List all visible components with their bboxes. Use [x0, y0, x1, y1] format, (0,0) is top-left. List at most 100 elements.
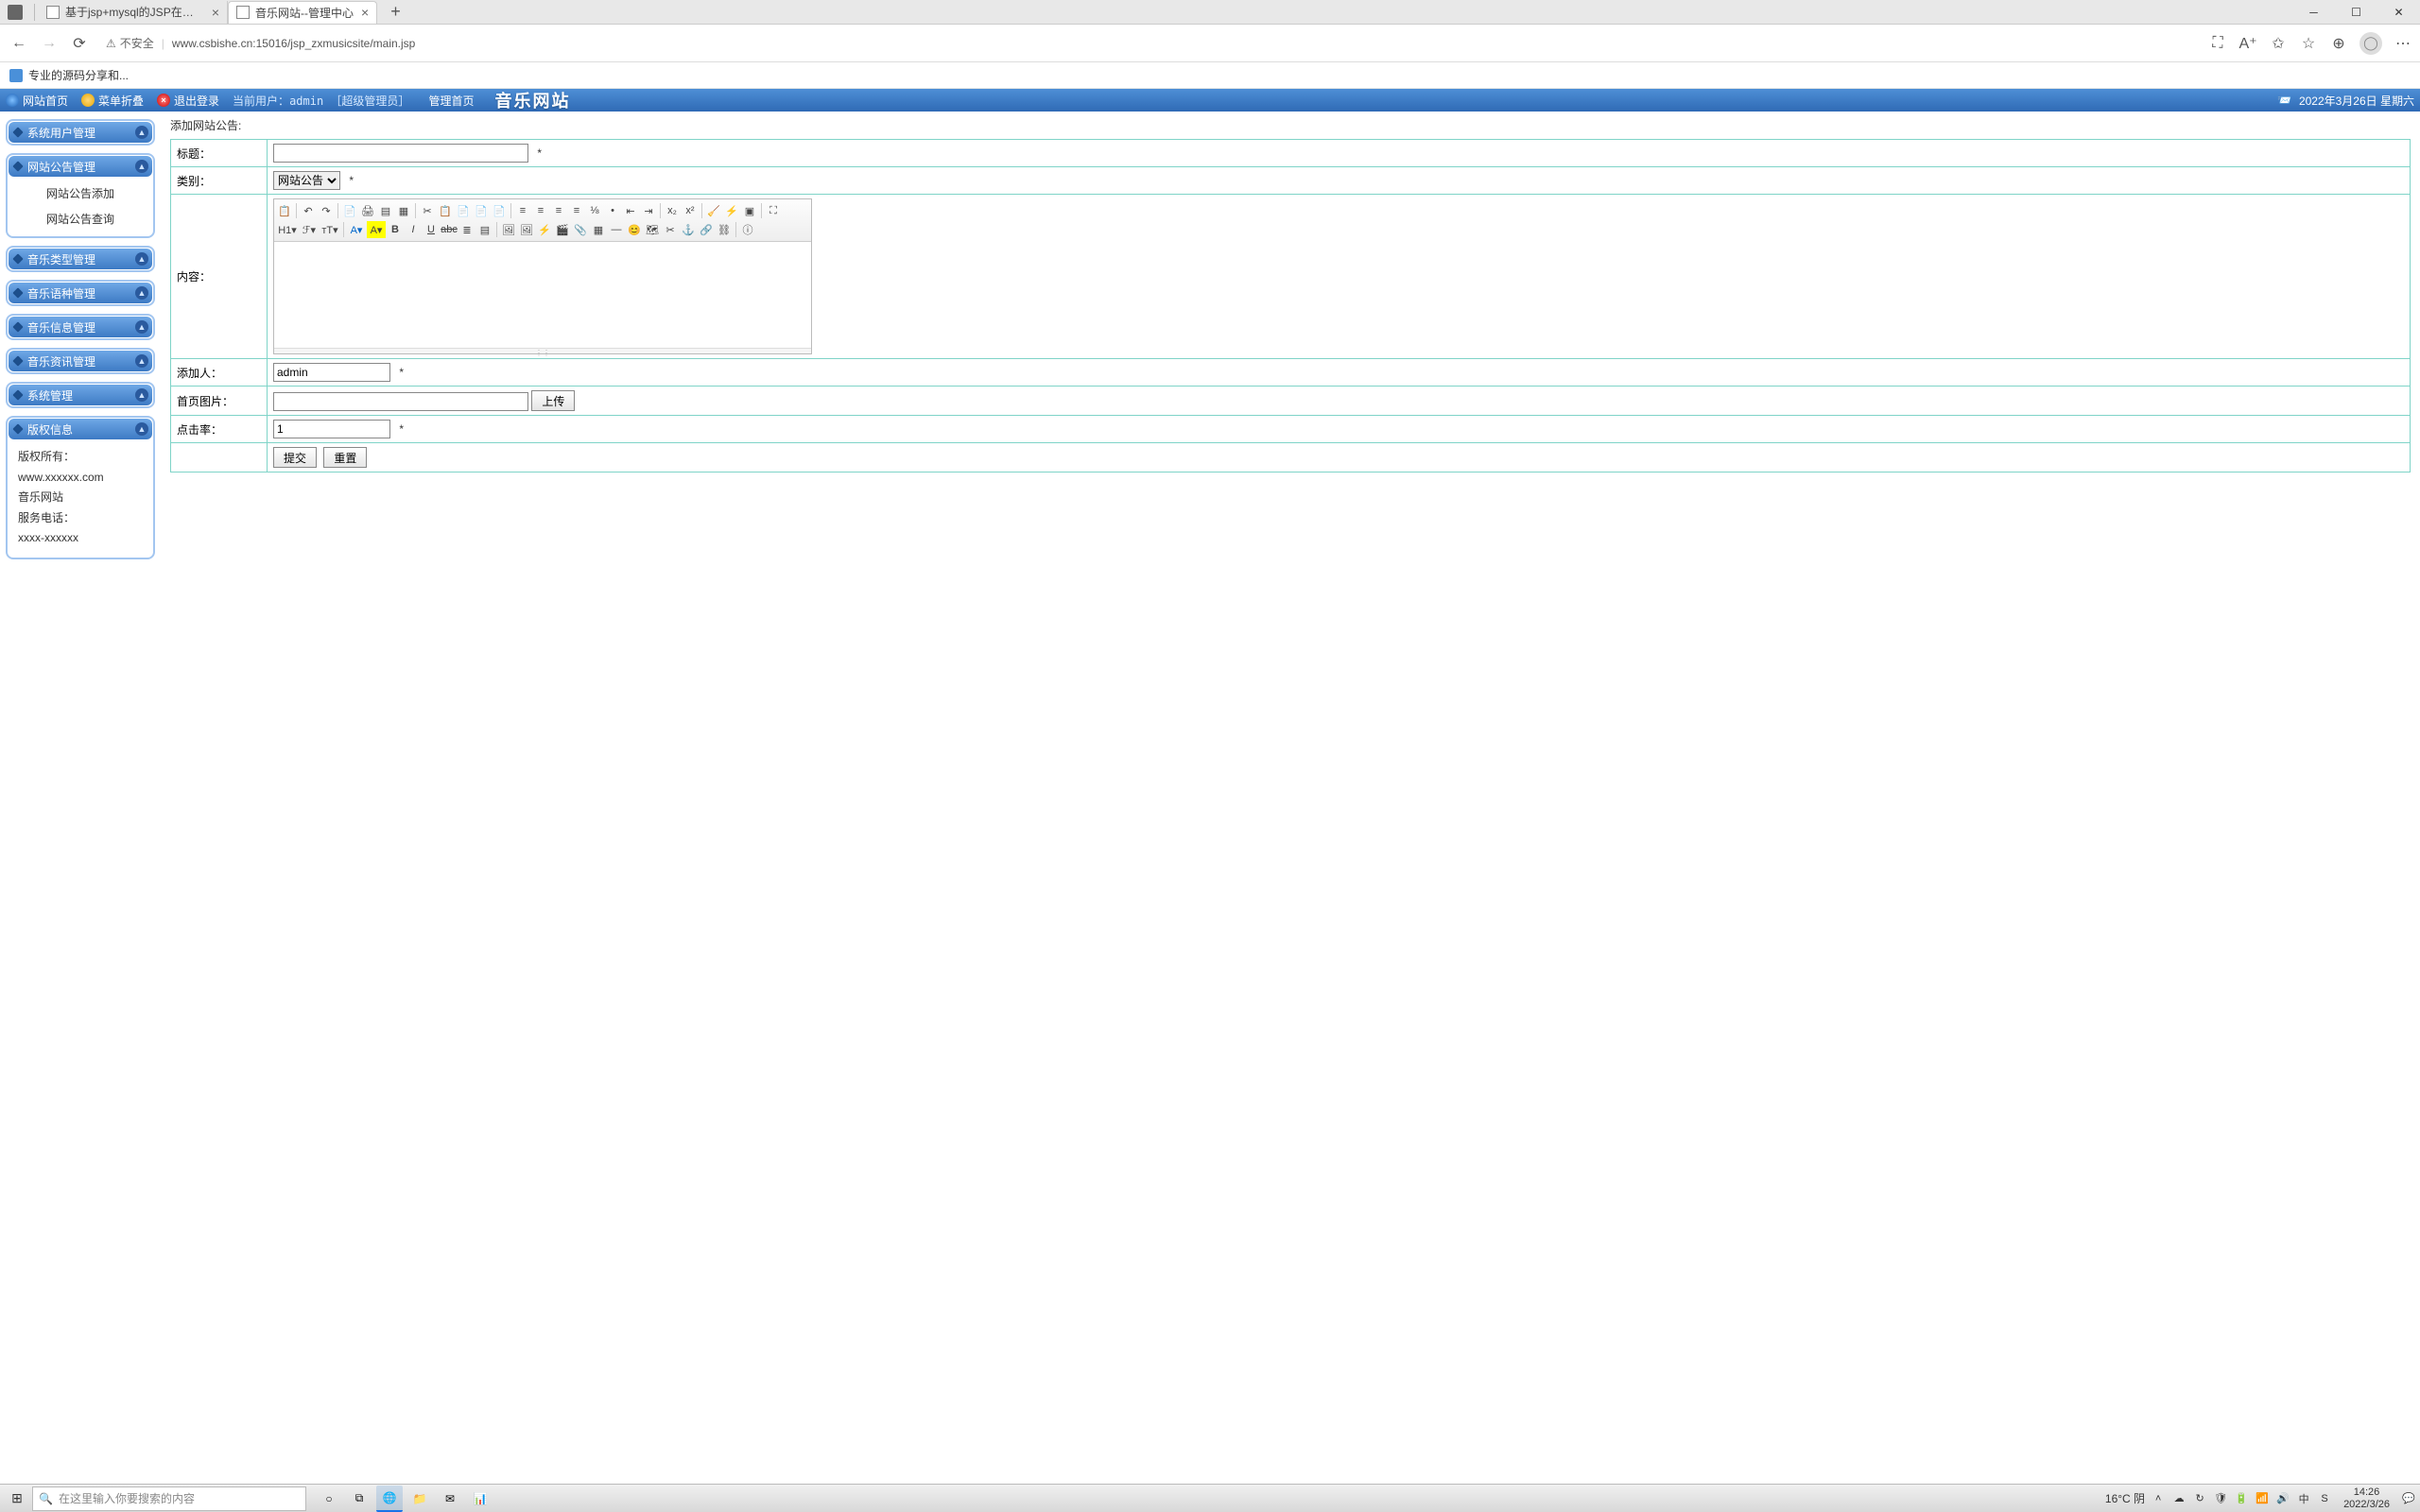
nav-refresh-button[interactable]: ⟳ — [68, 32, 91, 55]
tray-wifi-icon[interactable]: 📶 — [2255, 1491, 2270, 1506]
rte-clear-format-icon[interactable]: 🧹 — [705, 202, 722, 219]
collapse-icon[interactable]: ▲ — [135, 422, 148, 436]
window-maximize-button[interactable]: ☐ — [2335, 0, 2377, 25]
browser-tab-active[interactable]: 音乐网站--管理中心 × — [228, 1, 377, 24]
rte-strike-icon[interactable]: abc — [441, 221, 458, 238]
address-bar[interactable]: ⚠ 不安全 | www.csbishe.cn:15016/jsp_zxmusic… — [98, 30, 2201, 57]
rte-baidu-map-icon[interactable]: 🗺 — [644, 221, 661, 238]
collections-icon[interactable]: ⊕ — [2329, 34, 2348, 53]
tray-clock[interactable]: 14:26 2022/3/26 — [2338, 1486, 2395, 1509]
tab-close-icon[interactable]: × — [212, 5, 219, 20]
rte-outdent-icon[interactable]: ⇤ — [622, 202, 639, 219]
panel-header[interactable]: 版权信息 ▲ — [9, 419, 152, 439]
rte-template-icon[interactable]: ▤ — [377, 202, 394, 219]
tray-input-icon[interactable]: S — [2317, 1491, 2332, 1506]
rte-fullscreen-icon[interactable]: ⛶ — [765, 202, 782, 219]
rte-quick-format-icon[interactable]: ⚡ — [723, 202, 740, 219]
start-button[interactable]: ⊞ — [4, 1486, 30, 1512]
rte-select-all-icon[interactable]: ▣ — [741, 202, 758, 219]
browser-tab[interactable]: 基于jsp+mysql的JSP在线音乐查 × — [39, 1, 228, 24]
rte-line-height-icon[interactable]: ≣ — [458, 221, 475, 238]
nav-forward-button[interactable]: → — [38, 32, 60, 55]
rte-align-center-icon[interactable]: ≡ — [532, 202, 549, 219]
collapse-icon[interactable]: ▲ — [135, 354, 148, 368]
reset-button[interactable]: 重置 — [323, 447, 367, 468]
tray-onedrive-icon[interactable]: ☁ — [2171, 1491, 2187, 1506]
tray-security-icon[interactable]: 🛡 — [2213, 1491, 2228, 1506]
rte-align-left-icon[interactable]: ≡ — [514, 202, 531, 219]
rte-font-size-dropdown[interactable]: тT▾ — [320, 221, 340, 238]
tray-sync-icon[interactable]: ↻ — [2192, 1491, 2207, 1506]
rte-align-right-icon[interactable]: ≡ — [550, 202, 567, 219]
tray-battery-icon[interactable]: 🔋 — [2234, 1491, 2249, 1506]
rte-font-color-dropdown[interactable]: A▾ — [347, 221, 366, 238]
collapse-icon[interactable]: ▲ — [135, 126, 148, 139]
upload-button[interactable]: 上传 — [531, 390, 575, 411]
rte-cut-icon[interactable]: ✂ — [419, 202, 436, 219]
read-aloud-icon[interactable]: A⁺ — [2238, 34, 2257, 53]
collapse-icon[interactable]: ▲ — [135, 286, 148, 300]
submit-button[interactable]: 提交 — [273, 447, 317, 468]
edge-browser-icon[interactable]: 🌐 — [376, 1486, 403, 1512]
rte-content-area[interactable] — [274, 242, 811, 348]
security-warning[interactable]: ⚠ 不安全 — [106, 35, 154, 51]
nav-back-button[interactable]: ← — [8, 32, 30, 55]
favorites-icon[interactable]: ☆ — [2299, 34, 2318, 53]
rte-ordered-list-icon[interactable]: ⅛ — [586, 202, 603, 219]
rte-link-icon[interactable]: 🔗 — [698, 221, 715, 238]
rte-font-family-dropdown[interactable]: ℱ▾ — [300, 221, 319, 238]
new-tab-button[interactable]: + — [385, 2, 406, 22]
rte-flash-icon[interactable]: ⚡ — [536, 221, 553, 238]
window-minimize-button[interactable]: ─ — [2292, 0, 2335, 25]
panel-header[interactable]: 系统用户管理 ▲ — [9, 122, 152, 143]
nav-site-home[interactable]: 网站首页 — [6, 93, 68, 109]
task-view-icon[interactable]: ⧉ — [346, 1486, 372, 1512]
profile-avatar[interactable]: ◯ — [2360, 32, 2382, 55]
category-select[interactable]: 网站公告 — [273, 171, 340, 190]
rte-print-icon[interactable]: 🖨 — [359, 202, 376, 219]
rte-italic-icon[interactable]: I — [405, 221, 422, 238]
file-explorer-icon[interactable]: 📁 — [406, 1486, 433, 1512]
rte-paste-icon[interactable]: 📄 — [455, 202, 472, 219]
rte-preview-icon[interactable]: 📄 — [341, 202, 358, 219]
rte-copy-icon[interactable]: 📋 — [437, 202, 454, 219]
powerpoint-icon[interactable]: 📊 — [467, 1486, 493, 1512]
collapse-icon[interactable]: ▲ — [135, 388, 148, 402]
rte-emoji-icon[interactable]: 😊 — [626, 221, 643, 238]
tray-chevron-up-icon[interactable]: ˄ — [2151, 1491, 2166, 1506]
rte-bold-icon[interactable]: B — [387, 221, 404, 238]
panel-header[interactable]: 音乐类型管理 ▲ — [9, 249, 152, 269]
rte-image-icon[interactable]: 🖼 — [500, 221, 517, 238]
rte-table-icon[interactable]: ▦ — [590, 221, 607, 238]
adder-input[interactable] — [273, 363, 390, 382]
rte-file-icon[interactable]: 📎 — [572, 221, 589, 238]
rte-indent-icon[interactable]: ⇥ — [640, 202, 657, 219]
favorite-star-icon[interactable]: ✩ — [2269, 34, 2288, 53]
rte-resize-handle[interactable]: ⋮⋮ — [274, 348, 811, 353]
rte-multi-image-icon[interactable]: 🖼 — [518, 221, 535, 238]
sidebar-item-announcement-add[interactable]: 网站公告添加 — [9, 180, 152, 206]
rte-subscript-icon[interactable]: x₂ — [664, 202, 681, 219]
panel-header[interactable]: 音乐语种管理 ▲ — [9, 283, 152, 303]
rte-source-icon[interactable]: 📋 — [276, 202, 293, 219]
sidebar-item-announcement-query[interactable]: 网站公告查询 — [9, 206, 152, 232]
mail-icon[interactable]: ✉ — [437, 1486, 463, 1512]
cortana-icon[interactable]: ○ — [316, 1486, 342, 1512]
rte-about-icon[interactable]: ⓘ — [739, 221, 756, 238]
rte-underline-icon[interactable]: U — [423, 221, 440, 238]
rte-code-icon[interactable]: ▦ — [395, 202, 412, 219]
tab-close-icon[interactable]: × — [361, 5, 369, 20]
collapse-icon[interactable]: ▲ — [135, 320, 148, 334]
rte-bg-color-dropdown[interactable]: A▾ — [367, 221, 386, 238]
rte-unordered-list-icon[interactable]: • — [604, 202, 621, 219]
tray-notifications-icon[interactable]: 💬 — [2401, 1491, 2416, 1506]
panel-header[interactable]: 音乐资讯管理 ▲ — [9, 351, 152, 371]
collapse-icon[interactable]: ▲ — [135, 252, 148, 266]
tray-volume-icon[interactable]: 🔊 — [2275, 1491, 2290, 1506]
rte-remove-format-icon[interactable]: ▤ — [476, 221, 493, 238]
window-close-button[interactable]: ✕ — [2377, 0, 2420, 25]
rte-align-justify-icon[interactable]: ≡ — [568, 202, 585, 219]
title-input[interactable] — [273, 144, 528, 163]
rte-unlink-icon[interactable]: ⛓ — [716, 221, 733, 238]
weather-widget[interactable]: 16°C 阴 — [2105, 1490, 2145, 1506]
